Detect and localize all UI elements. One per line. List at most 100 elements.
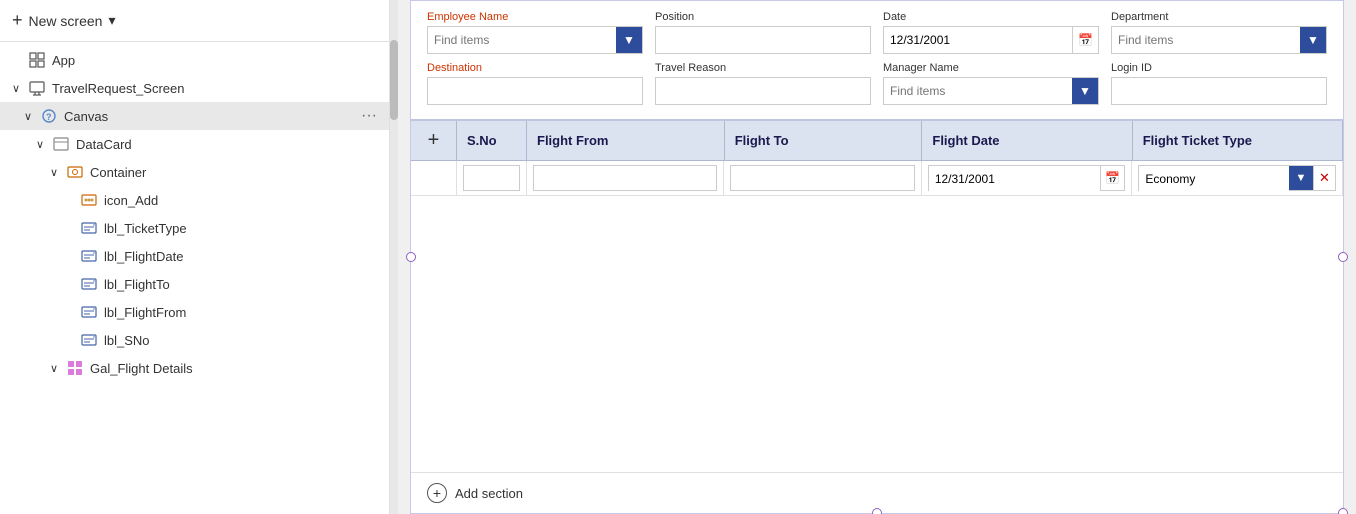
table-section: + S.No Flight From Flight To Flight Date… xyxy=(411,121,1343,196)
department-dropdown-button[interactable]: ▼ xyxy=(1300,27,1326,53)
top-bar: + New screen ▾ xyxy=(0,0,389,42)
app-label: App xyxy=(52,53,381,68)
canvas-options-button[interactable]: ··· xyxy=(357,107,381,125)
td-calendar-button[interactable]: 📅 xyxy=(1100,166,1124,190)
handle-right[interactable] xyxy=(1338,252,1348,262)
screen-label: TravelRequest_Screen xyxy=(52,81,381,96)
login-id-group: Login ID xyxy=(1111,62,1327,105)
tree-area: App ∨ TravelRequest_Screen ∨ ? Canvas ··… xyxy=(0,42,389,514)
td-ticket-type[interactable]: ▼ ✕ xyxy=(1132,161,1343,195)
manager-name-input[interactable] xyxy=(884,78,1072,104)
login-id-input[interactable] xyxy=(1112,78,1326,104)
date-input-wrapper[interactable]: 📅 xyxy=(883,26,1099,54)
table-header: + S.No Flight From Flight To Flight Date… xyxy=(411,121,1343,161)
department-input-wrapper[interactable]: ▼ xyxy=(1111,26,1327,54)
department-input[interactable] xyxy=(1112,27,1300,53)
td-sno-input[interactable] xyxy=(463,165,520,191)
app-icon xyxy=(28,51,46,69)
tree-item-icon-add[interactable]: icon_Add xyxy=(0,186,389,214)
form-row-1: Employee Name ▼ Position Date xyxy=(427,11,1327,54)
lbl-flightfrom-icon xyxy=(80,303,98,321)
travel-reason-input-wrapper[interactable] xyxy=(655,77,871,105)
handle-left[interactable] xyxy=(406,252,416,262)
canvas-label: Canvas xyxy=(64,109,357,124)
chevron-down-icon: ▾ xyxy=(108,12,115,29)
lbl-sno-icon xyxy=(80,331,98,349)
tree-item-lbl-tickettype[interactable]: lbl_TicketType xyxy=(0,214,389,242)
tree-item-lbl-flightfrom[interactable]: lbl_FlightFrom xyxy=(0,298,389,326)
employee-name-label: Employee Name xyxy=(427,11,643,23)
tree-item-lbl-flightto[interactable]: lbl_FlightTo xyxy=(0,270,389,298)
employee-name-input-wrapper[interactable]: ▼ xyxy=(427,26,643,54)
date-label: Date xyxy=(883,11,1099,23)
td-flight-from[interactable] xyxy=(527,161,724,195)
destination-label: Destination xyxy=(427,62,643,74)
gal-flight-icon xyxy=(66,359,84,377)
destination-input[interactable] xyxy=(428,78,642,104)
employee-dropdown-button[interactable]: ▼ xyxy=(616,27,642,53)
tree-item-app[interactable]: App xyxy=(0,46,389,74)
datacard-label: DataCard xyxy=(76,137,381,152)
td-flight-to[interactable] xyxy=(724,161,921,195)
employee-name-input[interactable] xyxy=(428,27,616,53)
date-calendar-button[interactable]: 📅 xyxy=(1072,27,1098,53)
position-input[interactable] xyxy=(656,27,870,53)
manager-name-input-wrapper[interactable]: ▼ xyxy=(883,77,1099,105)
scrollbar-thumb[interactable] xyxy=(390,40,398,120)
form-section: Employee Name ▼ Position Date xyxy=(411,1,1343,121)
position-group: Position xyxy=(655,11,871,54)
date-input[interactable] xyxy=(884,27,1072,53)
manager-name-group: Manager Name ▼ xyxy=(883,62,1099,105)
th-sno: S.No xyxy=(457,121,527,160)
icon-add-icon xyxy=(80,191,98,209)
travel-reason-group: Travel Reason xyxy=(655,62,871,105)
manager-name-label: Manager Name xyxy=(883,62,1099,74)
tree-item-lbl-flightdate[interactable]: lbl_FlightDate xyxy=(0,242,389,270)
td-ticket-input[interactable] xyxy=(1139,166,1289,192)
td-ticket-close-button[interactable]: ✕ xyxy=(1313,166,1335,190)
td-ticket-dropdown-button[interactable]: ▼ xyxy=(1289,166,1313,190)
td-from-input[interactable] xyxy=(533,165,717,191)
icon-add-label: icon_Add xyxy=(104,193,381,208)
destination-input-wrapper[interactable] xyxy=(427,77,643,105)
position-label: Position xyxy=(655,11,871,23)
td-sno[interactable] xyxy=(457,161,527,195)
plus-icon: + xyxy=(12,10,23,31)
scrollbar[interactable] xyxy=(390,0,398,514)
td-date-wrapper[interactable]: 📅 xyxy=(928,165,1126,191)
td-to-input[interactable] xyxy=(730,165,914,191)
tree-item-canvas[interactable]: ∨ ? Canvas ··· xyxy=(0,102,389,130)
th-flight-to: Flight To xyxy=(725,121,923,160)
td-ticket-wrapper[interactable]: ▼ ✕ xyxy=(1138,165,1336,191)
tree-item-gal-flight[interactable]: ∨ Gal_Flight Details xyxy=(0,354,389,382)
lbl-sno-label: lbl_SNo xyxy=(104,333,381,348)
position-input-wrapper[interactable] xyxy=(655,26,871,54)
add-section-bar[interactable]: + Add section xyxy=(411,472,1343,513)
lbl-flightto-label: lbl_FlightTo xyxy=(104,277,381,292)
handle-bottom-right[interactable] xyxy=(1338,508,1348,514)
handle-bottom-center[interactable] xyxy=(872,508,882,514)
tree-item-datacard[interactable]: ∨ DataCard xyxy=(0,130,389,158)
tree-item-screen[interactable]: ∨ TravelRequest_Screen xyxy=(0,74,389,102)
td-date-input[interactable] xyxy=(929,166,1101,192)
tree-item-container[interactable]: ∨ Container xyxy=(0,158,389,186)
new-screen-button[interactable]: + New screen ▾ xyxy=(12,10,115,31)
department-label: Department xyxy=(1111,11,1327,23)
login-id-input-wrapper[interactable] xyxy=(1111,77,1327,105)
add-icon: + xyxy=(428,129,440,152)
login-id-label: Login ID xyxy=(1111,62,1327,74)
manager-dropdown-button[interactable]: ▼ xyxy=(1072,78,1098,104)
form-row-2: Destination Travel Reason Manager Name xyxy=(427,62,1327,105)
container-label: Container xyxy=(90,165,381,180)
screen-icon xyxy=(28,79,46,97)
td-flight-date[interactable]: 📅 xyxy=(922,161,1133,195)
chevron-down-icon: ∨ xyxy=(24,110,38,123)
th-flight-date: Flight Date xyxy=(922,121,1132,160)
table-add-button[interactable]: + xyxy=(411,121,457,160)
chevron-down-icon: ∨ xyxy=(50,362,64,375)
tree-item-lbl-sno[interactable]: lbl_SNo xyxy=(0,326,389,354)
canvas-area: items Employee Name ▼ Position xyxy=(398,0,1356,514)
add-section-label: Add section xyxy=(455,486,523,501)
travel-reason-input[interactable] xyxy=(656,78,870,104)
lbl-tickettype-icon xyxy=(80,219,98,237)
